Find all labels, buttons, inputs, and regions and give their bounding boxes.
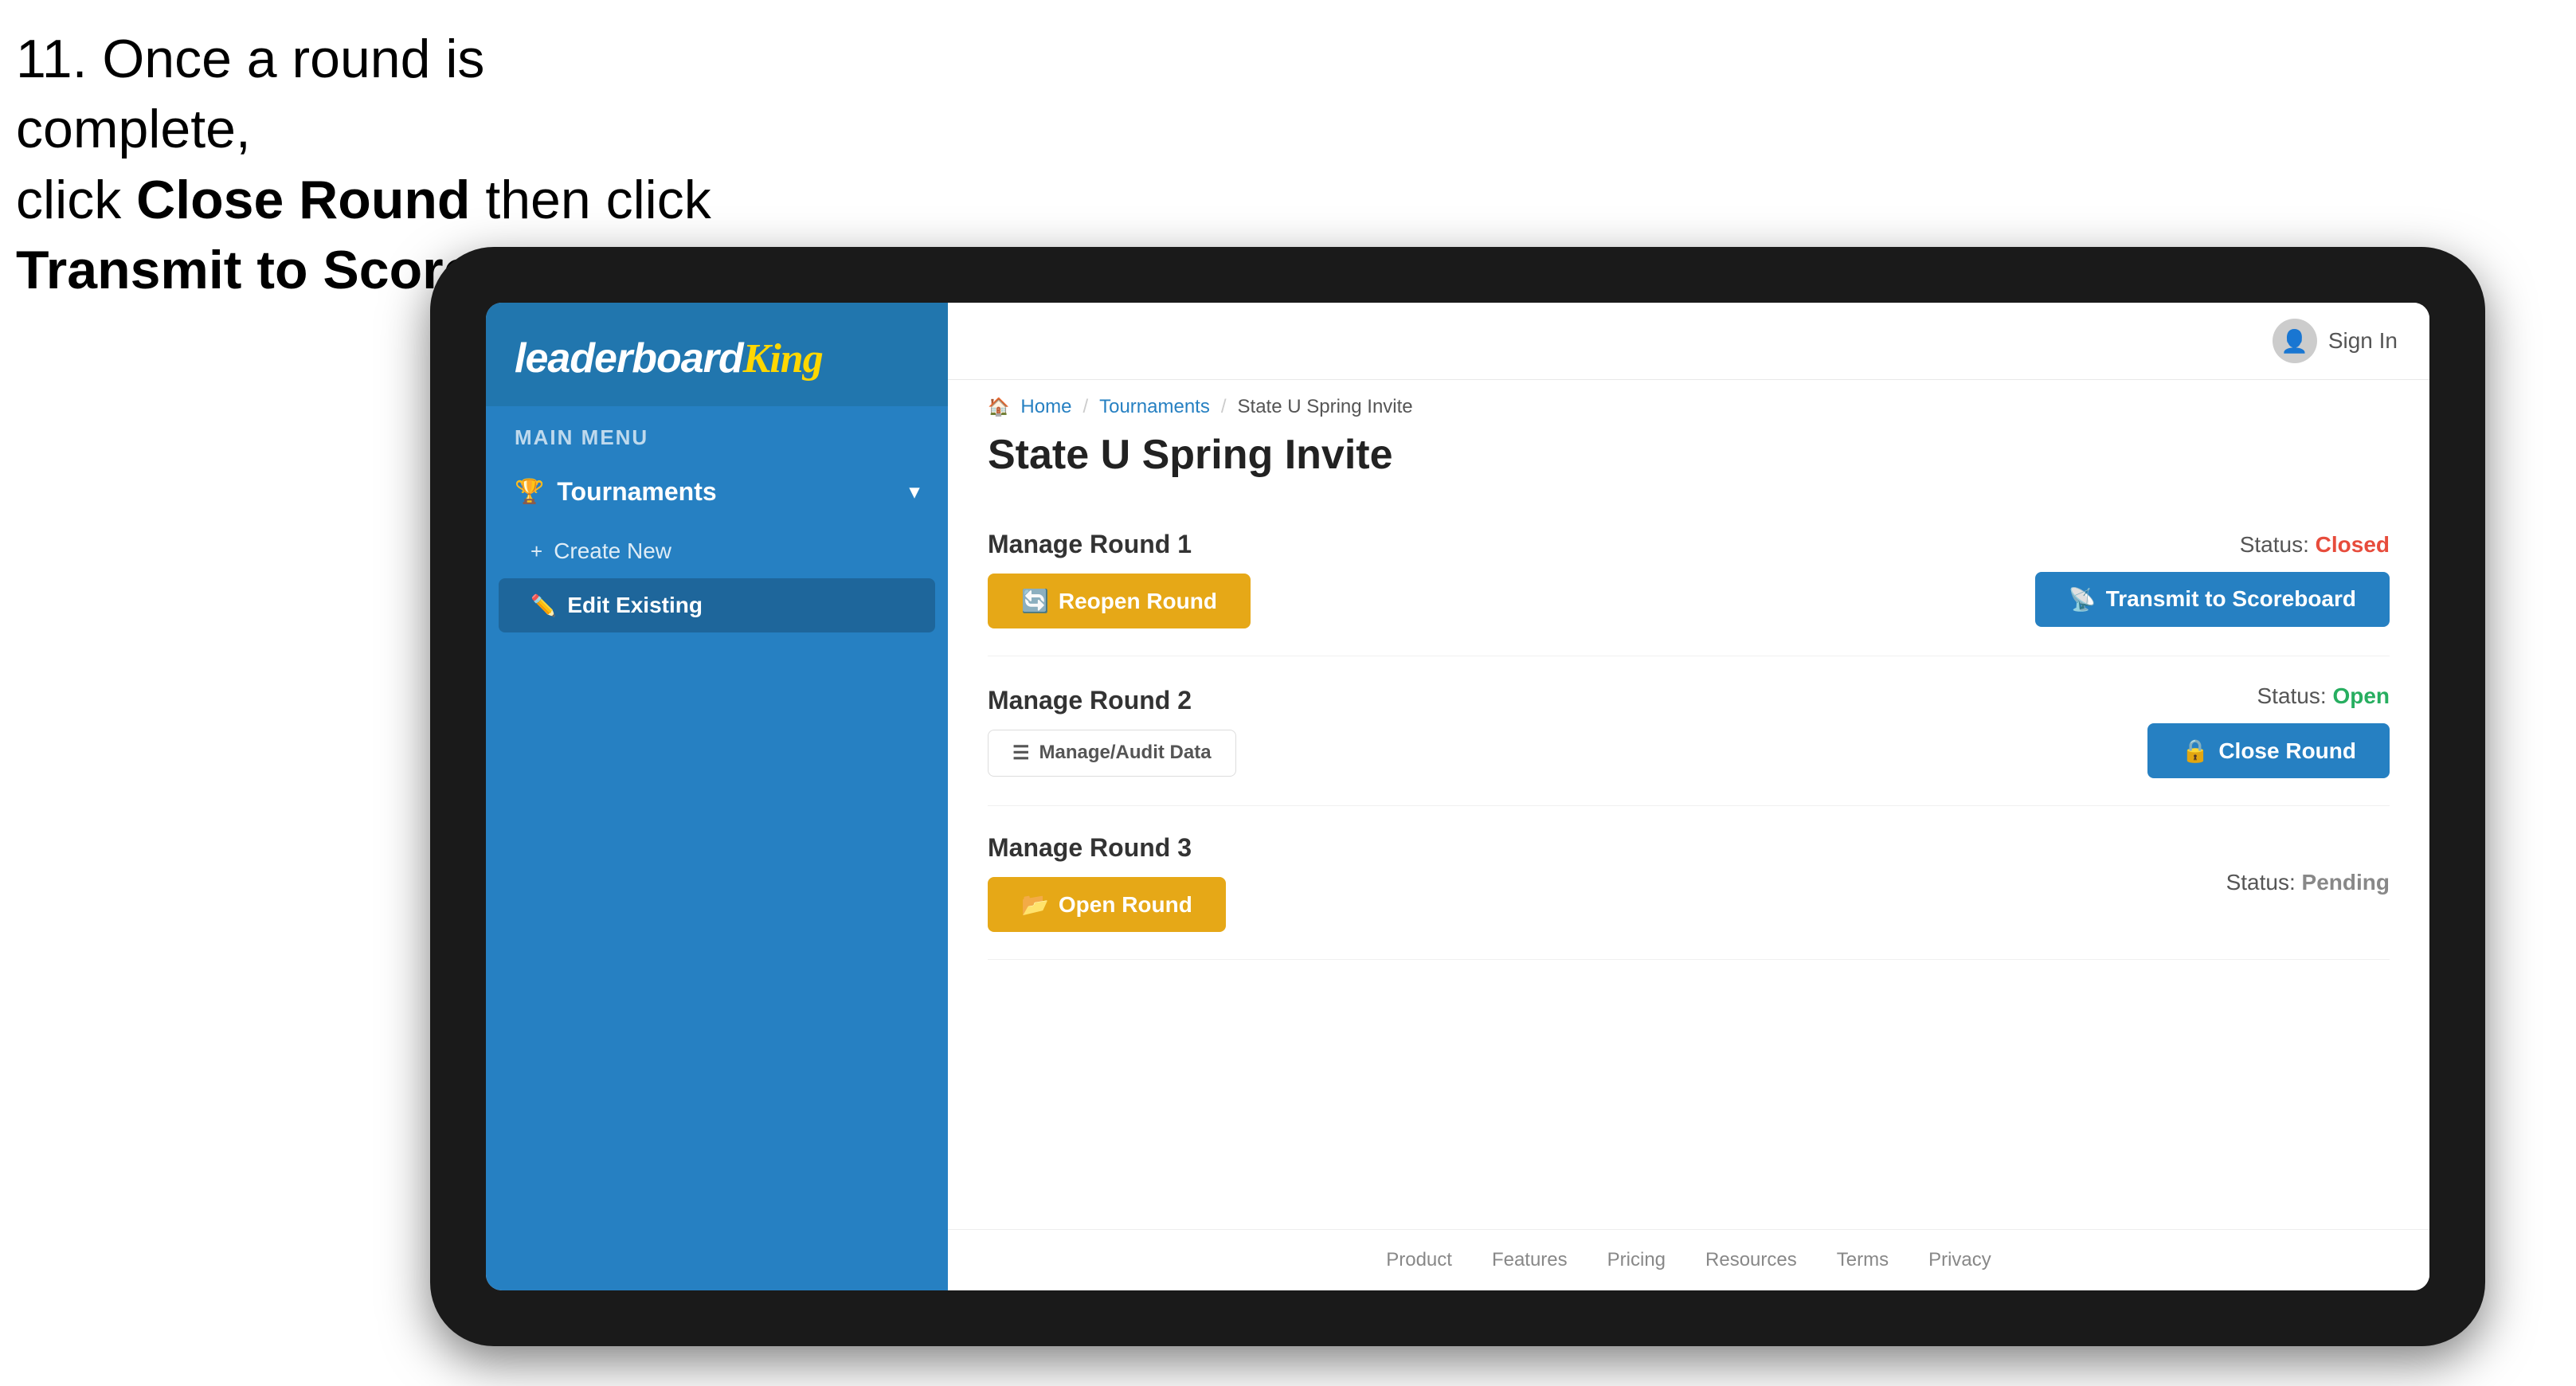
logo-area: leaderboardKing — [486, 303, 948, 406]
transmit-scoreboard-label: Transmit to Scoreboard — [2106, 586, 2356, 612]
reopen-round-button[interactable]: 🔄 Reopen Round — [988, 574, 1251, 628]
round-2-status: Status: Open — [2257, 683, 2390, 709]
edit-existing-label: Edit Existing — [567, 593, 703, 618]
footer-resources[interactable]: Resources — [1705, 1249, 1797, 1271]
tablet-frame: leaderboardKing MAIN MENU 🏆 Tournaments … — [430, 247, 2485, 1346]
topbar: 👤 Sign In — [948, 303, 2429, 380]
sidebar: leaderboardKing MAIN MENU 🏆 Tournaments … — [486, 303, 948, 1290]
lock-icon: 🔒 — [2181, 738, 2209, 764]
round-3-title: Manage Round 3 — [988, 833, 1226, 863]
close-round-label: Close Round — [2218, 738, 2356, 764]
breadcrumb-tournaments[interactable]: Tournaments — [1099, 396, 1210, 418]
round-1-card: Manage Round 1 🔄 Reopen Round Status: Cl… — [988, 503, 2390, 656]
app-layout: leaderboardKing MAIN MENU 🏆 Tournaments … — [486, 303, 2429, 1290]
round-1-right: Status: Closed 📡 Transmit to Scoreboard — [2035, 532, 2390, 627]
round-2-right: Status: Open 🔒 Close Round — [2147, 683, 2390, 778]
logo: leaderboardKing — [515, 335, 919, 382]
content-area: Manage Round 1 🔄 Reopen Round Status: Cl… — [948, 503, 2429, 1229]
round-3-status-text: Status: — [2226, 870, 2296, 895]
footer: Product Features Pricing Resources Terms… — [948, 1229, 2429, 1290]
transmit-icon: 📡 — [2069, 586, 2096, 613]
round-3-left: Manage Round 3 📂 Open Round — [988, 833, 1226, 932]
sidebar-item-tournaments[interactable]: 🏆 Tournaments ▾ — [486, 460, 948, 524]
round-2-left: Manage Round 2 ☰ Manage/Audit Data — [988, 686, 1236, 777]
round-2-status-text: Status: — [2257, 683, 2326, 708]
page-title: State U Spring Invite — [948, 425, 2429, 503]
footer-privacy[interactable]: Privacy — [1928, 1249, 1991, 1271]
sidebar-item-create-new[interactable]: + Create New — [486, 524, 948, 578]
breadcrumb-home[interactable]: Home — [1020, 396, 1071, 418]
folder-open-icon: 📂 — [1021, 891, 1049, 918]
home-icon: 🏠 — [988, 397, 1009, 417]
instruction-bold1: Close Round — [136, 170, 470, 230]
open-round-button[interactable]: 📂 Open Round — [988, 877, 1226, 932]
manage-audit-label: Manage/Audit Data — [1039, 742, 1212, 764]
sign-in-label[interactable]: Sign In — [2328, 328, 2398, 354]
sidebar-tournaments-label: Tournaments — [557, 477, 716, 507]
round-3-right: Status: Pending — [2226, 870, 2390, 895]
trophy-icon: 🏆 — [515, 478, 544, 506]
manage-audit-button[interactable]: ☰ Manage/Audit Data — [988, 730, 1236, 777]
breadcrumb-sep1: / — [1082, 396, 1088, 418]
round-2-status-value: Open — [2332, 683, 2390, 708]
round-3-card: Manage Round 3 📂 Open Round Status: Pend… — [988, 806, 2390, 960]
chevron-down-icon: ▾ — [910, 480, 919, 503]
footer-product[interactable]: Product — [1386, 1249, 1452, 1271]
round-1-title: Manage Round 1 — [988, 530, 1251, 559]
footer-pricing[interactable]: Pricing — [1607, 1249, 1666, 1271]
reopen-round-label: Reopen Round — [1059, 589, 1217, 614]
round-3-status-value: Pending — [2302, 870, 2390, 895]
breadcrumb-sep2: / — [1221, 396, 1227, 418]
transmit-scoreboard-button[interactable]: 📡 Transmit to Scoreboard — [2035, 572, 2390, 627]
round-2-card: Manage Round 2 ☰ Manage/Audit Data Statu… — [988, 656, 2390, 806]
round-1-status-text: Status: — [2240, 532, 2309, 557]
instruction-line2: click — [16, 170, 136, 230]
breadcrumb-current: State U Spring Invite — [1238, 396, 1413, 418]
round-1-left: Manage Round 1 🔄 Reopen Round — [988, 530, 1251, 628]
breadcrumb: 🏠 Home / Tournaments / State U Spring In… — [948, 380, 2429, 425]
close-round-button[interactable]: 🔒 Close Round — [2147, 723, 2390, 778]
round-3-status: Status: Pending — [2226, 870, 2390, 895]
manage-icon: ☰ — [1012, 742, 1030, 765]
instruction-line1: 11. Once a round is complete, — [16, 29, 484, 159]
reopen-icon: 🔄 — [1021, 588, 1049, 614]
avatar: 👤 — [2273, 319, 2317, 363]
tablet-screen: leaderboardKing MAIN MENU 🏆 Tournaments … — [486, 303, 2429, 1290]
main-content: 👤 Sign In 🏠 Home / Tournaments / State U… — [948, 303, 2429, 1290]
menu-label: MAIN MENU — [486, 406, 948, 460]
plus-icon: + — [530, 539, 542, 564]
sidebar-item-edit-existing[interactable]: ✏️ Edit Existing — [499, 578, 935, 632]
user-area[interactable]: 👤 Sign In — [2273, 319, 2398, 363]
edit-icon: ✏️ — [530, 593, 556, 618]
round-1-status: Status: Closed — [2240, 532, 2390, 558]
footer-terms[interactable]: Terms — [1837, 1249, 1889, 1271]
footer-features[interactable]: Features — [1492, 1249, 1568, 1271]
logo-highlight: King — [743, 336, 823, 382]
create-new-label: Create New — [554, 538, 671, 564]
round-2-title: Manage Round 2 — [988, 686, 1236, 715]
instruction-line3: then click — [470, 170, 711, 230]
round-1-status-value: Closed — [2316, 532, 2390, 557]
open-round-label: Open Round — [1059, 892, 1192, 918]
